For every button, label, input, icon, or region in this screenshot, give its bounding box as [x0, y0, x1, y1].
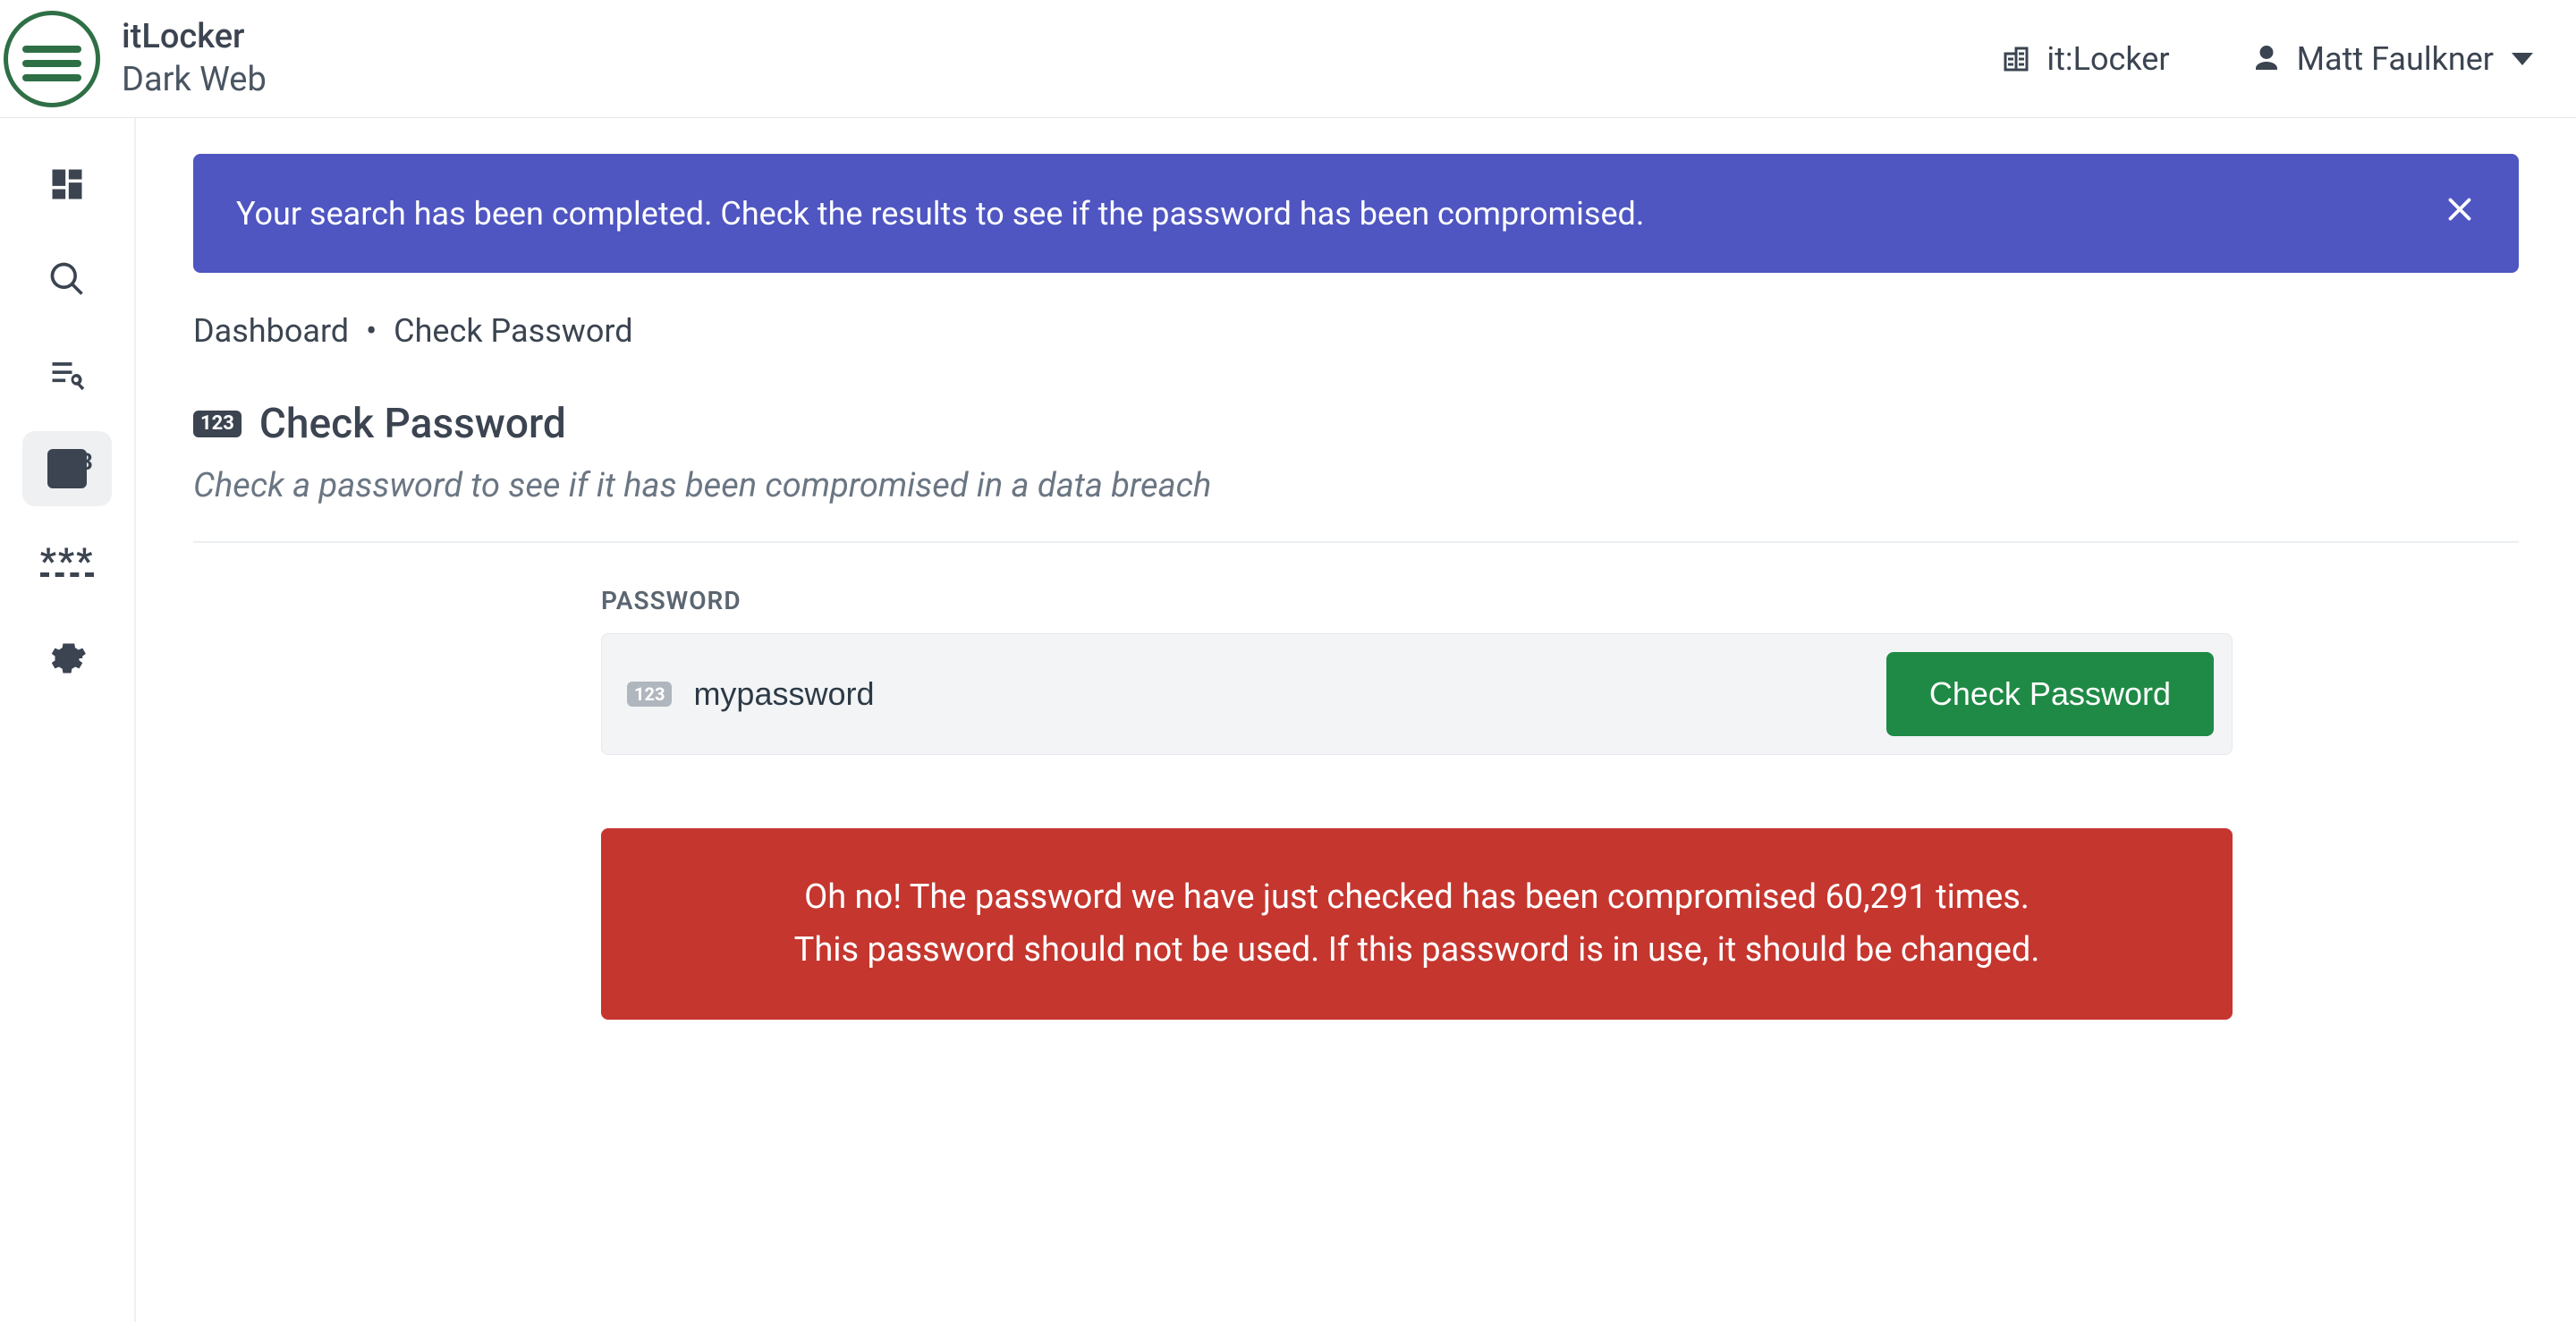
org-label: it:Locker: [2046, 40, 2169, 78]
check-password-button[interactable]: Check Password: [1886, 652, 2214, 736]
banner-close-button[interactable]: [2444, 193, 2476, 233]
brand-logo-icon: [4, 11, 100, 107]
brand-text: itLocker Dark Web: [122, 16, 267, 101]
app-subtitle: Dark Web: [122, 59, 267, 102]
page-title: Check Password: [259, 400, 566, 448]
sidebar-item-check-password[interactable]: 123: [22, 431, 112, 506]
divider: [193, 541, 2519, 543]
building-icon: [2000, 43, 2032, 75]
password-input[interactable]: [693, 675, 1864, 713]
sidebar-item-dashboard[interactable]: [22, 147, 112, 222]
org-switcher[interactable]: it:Locker: [2000, 40, 2169, 78]
123-badge-icon: 123: [47, 449, 87, 488]
main-content: Your search has been completed. Check th…: [136, 118, 2576, 1322]
123-badge-icon: 123: [193, 411, 242, 437]
result-line-2: This password should not be used. If thi…: [637, 924, 2197, 977]
result-line-1: Oh no! The password we have just checked…: [637, 871, 2197, 924]
close-icon: [2444, 193, 2476, 225]
search-icon: [47, 259, 87, 299]
header-right: it:Locker Matt Faulkner: [2000, 40, 2533, 78]
user-name: Matt Faulkner: [2297, 40, 2494, 78]
banner-message: Your search has been completed. Check th…: [236, 195, 1644, 233]
breadcrumb: Dashboard • Check Password: [193, 312, 2519, 350]
asterisks-icon: ***: [40, 551, 95, 577]
result-alert: Oh no! The password we have just checked…: [601, 828, 2233, 1020]
info-banner: Your search has been completed. Check th…: [193, 154, 2519, 273]
sidebar-item-search[interactable]: [22, 242, 112, 317]
password-form: PASSWORD 123 Check Password Oh no! The p…: [601, 586, 2233, 1020]
breadcrumb-separator: •: [366, 312, 377, 350]
page-description: Check a password to see if it has been c…: [193, 466, 2519, 505]
sidebar-item-passwords[interactable]: ***: [22, 526, 112, 601]
password-label: PASSWORD: [601, 586, 2233, 615]
user-menu[interactable]: Matt Faulkner: [2250, 40, 2533, 78]
sidebar-item-list-search[interactable]: [22, 336, 112, 411]
brand: itLocker Dark Web: [0, 11, 267, 107]
app-header: itLocker Dark Web it:Locker Matt Faulkne…: [0, 0, 2576, 118]
gear-icon: [47, 639, 87, 678]
chevron-down-icon: [2512, 53, 2533, 65]
sidebar-item-settings[interactable]: [22, 621, 112, 696]
page-title-row: 123 Check Password: [193, 400, 2519, 448]
dashboard-icon: [47, 165, 87, 204]
person-icon: [2250, 43, 2283, 75]
list-search-icon: [47, 354, 87, 394]
sidebar: 123 ***: [0, 118, 136, 1322]
breadcrumb-current: Check Password: [394, 312, 632, 350]
app-title: itLocker: [122, 16, 267, 59]
123-badge-icon: 123: [627, 682, 672, 707]
password-input-row: 123 Check Password: [601, 633, 2233, 755]
breadcrumb-root[interactable]: Dashboard: [193, 312, 349, 350]
